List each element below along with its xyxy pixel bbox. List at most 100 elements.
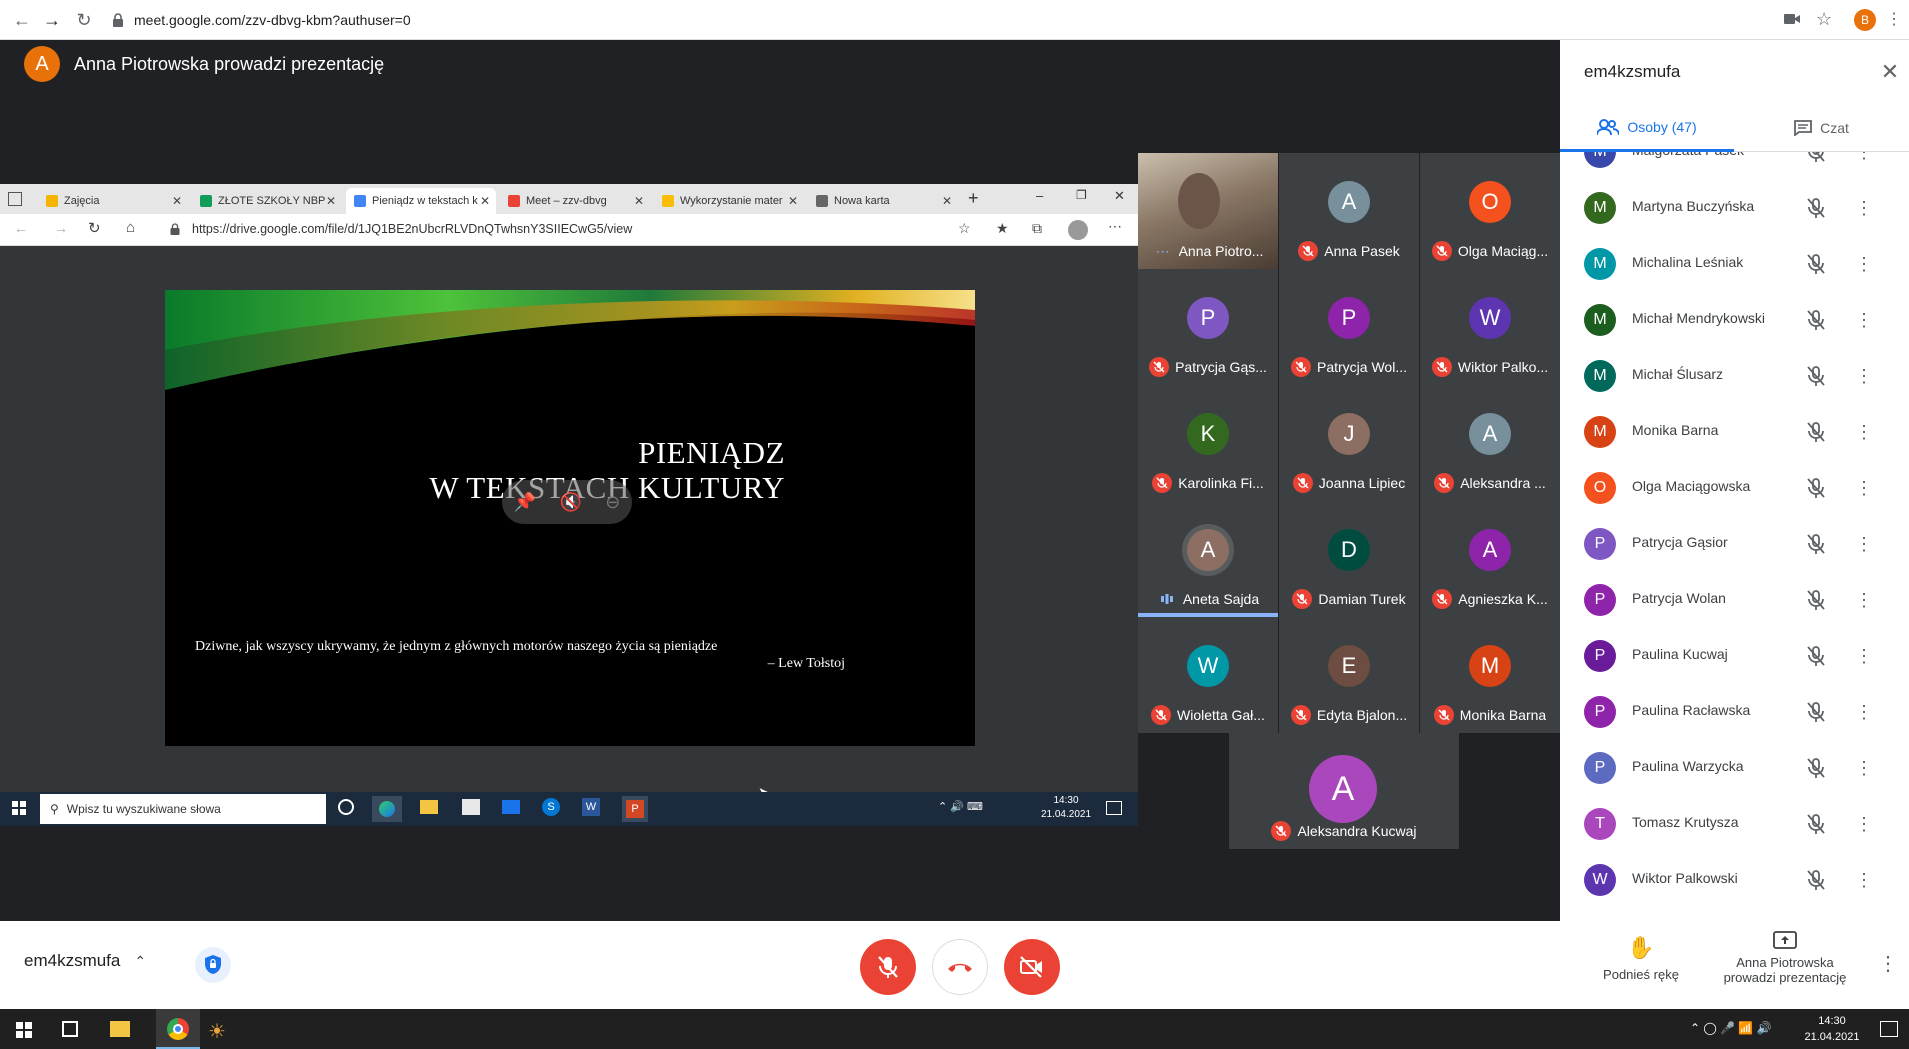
camera-off-button[interactable]: [1004, 939, 1060, 995]
shared-profile-icon: [1068, 220, 1088, 240]
more-vert-icon[interactable]: ⋮: [1852, 196, 1876, 220]
participant-tile[interactable]: A Aneta Sajda: [1138, 501, 1278, 617]
mic-off-icon[interactable]: [1804, 252, 1828, 276]
more-vert-icon[interactable]: ⋮: [1852, 532, 1876, 556]
participant-avatar: P: [1328, 297, 1370, 339]
participant-tile[interactable]: P Patrycja Wol...: [1279, 269, 1419, 385]
more-vert-icon[interactable]: ⋮: [1852, 252, 1876, 276]
participant-name: Anna Pasek: [1324, 243, 1400, 259]
reload-icon[interactable]: ↻: [72, 8, 96, 32]
mic-off-icon[interactable]: [1804, 196, 1828, 220]
more-options-icon[interactable]: ⋮: [1876, 951, 1900, 975]
list-item[interactable]: P Paulina Warzycka ⋮: [1560, 740, 1909, 796]
tab-people-label: Osoby (47): [1627, 118, 1697, 135]
more-vert-icon[interactable]: ⋮: [1852, 700, 1876, 724]
participant-tile[interactable]: A Anna Pasek: [1279, 153, 1419, 269]
list-item[interactable]: M Michał Mendrykowski ⋮: [1560, 292, 1909, 348]
mic-off-button[interactable]: [860, 939, 916, 995]
mic-off-icon[interactable]: [1804, 756, 1828, 780]
more-vert-icon[interactable]: ⋮: [1852, 868, 1876, 892]
participant-name-row: Monika Barna: [1420, 705, 1560, 725]
host-controls-shield-icon[interactable]: [195, 947, 231, 983]
list-item[interactable]: M Michał Ślusarz ⋮: [1560, 348, 1909, 404]
participant-tile[interactable]: W Wiktor Palko...: [1420, 269, 1560, 385]
participant-avatar: D: [1328, 529, 1370, 571]
windows-search-box: ⚲ Wpisz tu wyszukiwane słowa: [40, 794, 326, 824]
more-vert-icon[interactable]: ⋮: [1852, 476, 1876, 500]
more-vert-icon[interactable]: ⋮: [1852, 756, 1876, 780]
more-vert-icon[interactable]: ⋮: [1852, 308, 1876, 332]
more-vert-icon[interactable]: ⋮: [1852, 152, 1876, 164]
system-tray-icons[interactable]: ⌃ ◯ 🎤 📶 🔊: [1690, 1021, 1772, 1035]
participant-tile[interactable]: D Damian Turek: [1279, 501, 1419, 617]
action-center-icon[interactable]: [1880, 1021, 1898, 1037]
app-icon[interactable]: ☀: [208, 1019, 226, 1044]
mic-off-icon[interactable]: [1804, 812, 1828, 836]
file-explorer-icon[interactable]: [110, 1021, 130, 1037]
tab-people[interactable]: Osoby (47): [1560, 104, 1734, 152]
more-vert-icon[interactable]: ⋮: [1852, 420, 1876, 444]
close-icon[interactable]: ✕: [1878, 59, 1902, 84]
participant-tile[interactable]: M Monika Barna: [1420, 617, 1560, 733]
chrome-taskbar-icon[interactable]: [156, 1009, 200, 1049]
mic-off-icon[interactable]: [1804, 868, 1828, 892]
address-bar[interactable]: meet.google.com/zzv-dbvg-kbm?authuser=0: [112, 8, 411, 32]
raise-hand-button[interactable]: ✋ Podnieś rękę: [1596, 935, 1686, 997]
person-name: Patrycja Wolan: [1632, 590, 1726, 606]
more-vert-icon[interactable]: ⋮: [1852, 644, 1876, 668]
mic-off-icon[interactable]: [1804, 476, 1828, 500]
participant-tile[interactable]: O Olga Maciąg...: [1420, 153, 1560, 269]
list-item[interactable]: M Monika Barna ⋮: [1560, 404, 1909, 460]
participant-tile[interactable]: A Agnieszka K...: [1420, 501, 1560, 617]
list-item[interactable]: O Olga Maciągowska ⋮: [1560, 460, 1909, 516]
system-clock[interactable]: 14:30 21.04.2021: [1792, 1013, 1872, 1045]
tray-icons: ⌃ 🔊 ⌨: [938, 801, 983, 813]
mic-off-icon[interactable]: [1804, 588, 1828, 612]
hang-up-icon: [948, 963, 972, 972]
slide-quote: Dziwne, jak wszyscy ukrywamy, że jednym …: [195, 639, 718, 654]
bookmark-star-icon[interactable]: ☆: [1816, 9, 1832, 30]
lock-icon: [112, 13, 124, 27]
list-item[interactable]: M Michalina Leśniak ⋮: [1560, 236, 1909, 292]
participant-tile[interactable]: W Wioletta Gał...: [1138, 617, 1278, 733]
more-vert-icon[interactable]: ⋮: [1852, 364, 1876, 388]
tab-chat[interactable]: Czat: [1734, 104, 1909, 152]
camera-indicator-icon[interactable]: [1784, 12, 1800, 26]
participant-tile[interactable]: K Karolinka Fi...: [1138, 385, 1278, 501]
mic-off-icon[interactable]: [1804, 532, 1828, 556]
hang-up-button[interactable]: [932, 939, 988, 995]
participant-tile[interactable]: ⋯ Anna Piotro...: [1138, 153, 1278, 269]
muted-mic-icon: [1149, 357, 1170, 377]
list-item[interactable]: T Tomasz Krutysza ⋮: [1560, 796, 1909, 852]
participant-tile[interactable]: E Edyta Bjalon...: [1279, 617, 1419, 733]
forward-icon[interactable]: →: [40, 8, 64, 32]
list-item[interactable]: P Patrycja Wolan ⋮: [1560, 572, 1909, 628]
profile-avatar[interactable]: B: [1854, 9, 1876, 31]
participant-name: Olga Maciąg...: [1457, 243, 1549, 259]
slide-title: PIENIĄDZ W TEKSTACH KULTURY: [165, 435, 785, 505]
participant-tile[interactable]: J Joanna Lipiec: [1279, 385, 1419, 501]
task-view-icon[interactable]: [62, 1021, 78, 1037]
participant-tile[interactable]: P Patrycja Gąs...: [1138, 269, 1278, 385]
presenting-button[interactable]: Anna Piotrowska prowadzi prezentację: [1710, 931, 1860, 1001]
list-item[interactable]: M Martyna Buczyńska ⋮: [1560, 180, 1909, 236]
participant-tile[interactable]: A Aleksandra ...: [1420, 385, 1560, 501]
more-vert-icon[interactable]: ⋮: [1852, 812, 1876, 836]
list-item[interactable]: M Małgorzata Pasek ⋮: [1560, 152, 1909, 180]
mic-off-icon[interactable]: [1804, 644, 1828, 668]
meeting-details[interactable]: em4kzsmufa ⌃: [24, 951, 146, 971]
browser-menu-icon[interactable]: ⋮: [1886, 9, 1902, 29]
mic-off-icon[interactable]: [1804, 364, 1828, 388]
back-icon[interactable]: ←: [10, 8, 34, 32]
more-vert-icon[interactable]: ⋮: [1852, 588, 1876, 612]
mic-off-icon[interactable]: [1804, 420, 1828, 444]
mic-off-icon[interactable]: [1804, 308, 1828, 332]
list-item[interactable]: P Paulina Kucwaj ⋮: [1560, 628, 1909, 684]
mic-off-icon[interactable]: [1804, 700, 1828, 724]
mic-off-icon[interactable]: [1804, 152, 1828, 164]
list-item[interactable]: W Wiktor Palkowski ⋮: [1560, 852, 1909, 908]
list-item[interactable]: P Paulina Racławska ⋮: [1560, 684, 1909, 740]
participant-tile[interactable]: A Aleksandra Kucwaj: [1229, 733, 1459, 849]
start-icon[interactable]: [16, 1022, 32, 1038]
list-item[interactable]: P Patrycja Gąsior ⋮: [1560, 516, 1909, 572]
